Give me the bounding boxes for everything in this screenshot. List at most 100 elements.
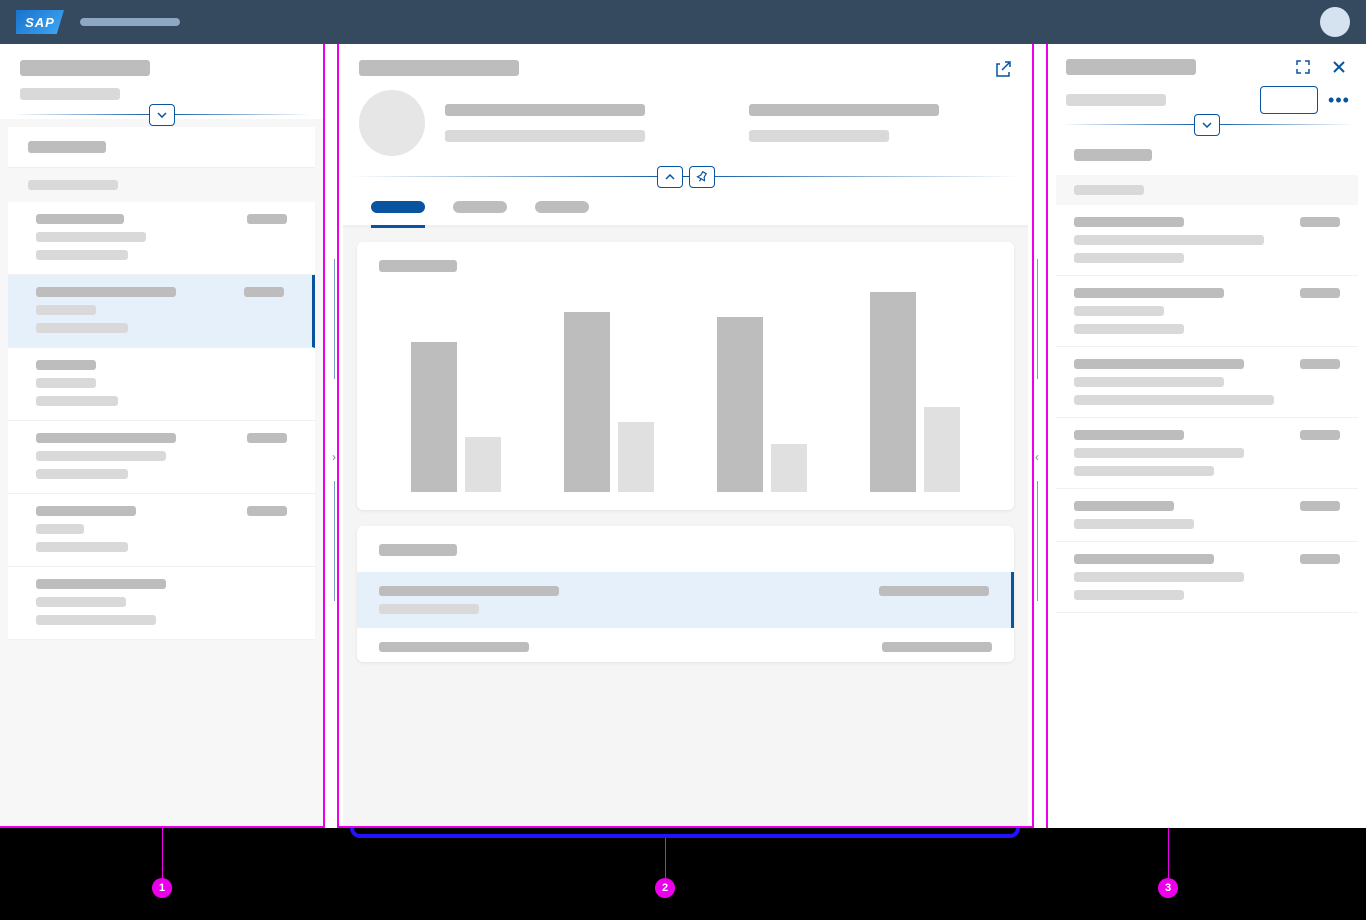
object-headline: [339, 78, 1032, 162]
item-title: [36, 360, 96, 370]
tab[interactable]: [371, 201, 425, 225]
left-collapse-button[interactable]: [149, 104, 175, 126]
list-row[interactable]: [357, 572, 1014, 628]
object-header: [339, 44, 1032, 78]
item-sub: [36, 378, 96, 388]
left-list-toolbar: [8, 127, 315, 168]
share-icon[interactable]: [994, 60, 1012, 78]
right-list: [1056, 135, 1358, 828]
item-sub: [1074, 235, 1264, 245]
group-label: [1074, 185, 1144, 195]
toolbar-label: [28, 141, 106, 153]
right-collapse-button[interactable]: [1194, 114, 1220, 136]
list-row[interactable]: [379, 628, 992, 652]
annotation-line: [162, 828, 163, 878]
list-item[interactable]: [8, 348, 315, 421]
right-subtitle: [1066, 94, 1166, 106]
item-value: [1300, 501, 1340, 511]
item-title: [36, 214, 124, 224]
item-value: [247, 506, 287, 516]
right-section-header: [1056, 135, 1358, 175]
mid-content: [343, 228, 1028, 826]
item-title: [1074, 217, 1184, 227]
item-title: [36, 579, 166, 589]
sap-logo[interactable]: SAP: [16, 10, 64, 34]
item-value: [1300, 217, 1340, 227]
field: [749, 104, 939, 116]
object-avatar: [359, 90, 425, 156]
field: [749, 130, 889, 142]
tab[interactable]: [535, 201, 589, 225]
item-sub: [36, 615, 156, 625]
item-sub: [1074, 395, 1274, 405]
bar: [870, 292, 916, 492]
right-list-item[interactable]: [1056, 418, 1358, 489]
list-item[interactable]: [8, 567, 315, 640]
shell-bar: SAP: [0, 0, 1366, 44]
chart-card: [357, 242, 1014, 510]
list-card: [357, 526, 1014, 662]
item-value: [247, 433, 287, 443]
item-sub: [36, 542, 128, 552]
right-title: [1066, 59, 1196, 75]
left-subtitle: [20, 88, 120, 100]
user-avatar[interactable]: [1320, 7, 1350, 37]
left-title: [20, 60, 150, 76]
row-title: [379, 642, 529, 652]
right-list-item[interactable]: [1056, 542, 1358, 613]
item-value: [1300, 288, 1340, 298]
item-sub: [1074, 377, 1224, 387]
left-collapse-divider: [12, 114, 311, 115]
bar: [618, 422, 654, 492]
left-header: [0, 44, 323, 88]
right-list-item[interactable]: [1056, 205, 1358, 276]
right-collapse-divider: [1060, 124, 1354, 125]
item-title: [1074, 554, 1214, 564]
item-sub: [1074, 324, 1184, 334]
list-item[interactable]: [8, 421, 315, 494]
list-item[interactable]: [8, 202, 315, 275]
bar: [411, 342, 457, 492]
item-title: [1074, 359, 1244, 369]
bar: [717, 317, 763, 492]
card-title: [379, 260, 457, 272]
item-title: [1074, 288, 1224, 298]
annotation-badge: 2: [655, 878, 675, 898]
shell-left: SAP: [16, 10, 180, 34]
bar: [771, 444, 807, 492]
list-item[interactable]: [8, 275, 315, 348]
row-sub: [379, 604, 479, 614]
item-title: [36, 506, 136, 516]
expand-right-arrow[interactable]: ‹: [1029, 439, 1045, 475]
field: [445, 130, 645, 142]
bar: [564, 312, 610, 492]
row-value: [882, 642, 992, 652]
annotation-badge: 1: [152, 878, 172, 898]
flexible-column-layout: ›: [0, 44, 1366, 828]
object-fields: [445, 104, 1012, 142]
close-icon[interactable]: [1330, 58, 1348, 76]
item-sub: [1074, 448, 1244, 458]
item-sub: [36, 469, 128, 479]
right-list-item[interactable]: [1056, 347, 1358, 418]
collapse-up-button[interactable]: [657, 166, 683, 188]
right-list-item[interactable]: [1056, 276, 1358, 347]
fullscreen-icon[interactable]: [1294, 58, 1312, 76]
tab[interactable]: [453, 201, 507, 225]
item-sub: [1074, 590, 1184, 600]
pin-button[interactable]: [689, 166, 715, 188]
bar-group: [717, 317, 807, 492]
bar-group: [411, 342, 501, 492]
overflow-icon[interactable]: •••: [1330, 91, 1348, 109]
item-title: [1074, 501, 1174, 511]
action-button[interactable]: [1260, 86, 1318, 114]
item-sub: [36, 451, 166, 461]
list-item[interactable]: [8, 494, 315, 567]
item-sub: [1074, 572, 1244, 582]
bar: [465, 437, 501, 492]
bar: [924, 407, 960, 492]
right-list-item[interactable]: [1056, 489, 1358, 542]
item-sub: [36, 597, 126, 607]
pin-icon: [696, 171, 708, 183]
item-title: [1074, 430, 1184, 440]
